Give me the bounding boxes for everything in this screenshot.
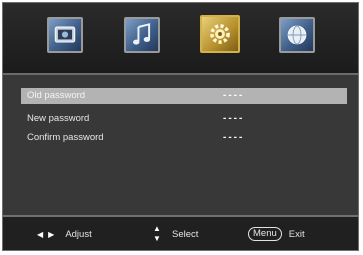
exit-hint: Menu Exit	[248, 217, 305, 250]
up-down-arrows-icon: ▲ ▼	[152, 224, 162, 244]
new-password-row[interactable]: New password ----	[21, 111, 347, 127]
select-hint: ▲ ▼ Select	[152, 217, 199, 250]
confirm-password-label: Confirm password	[27, 132, 104, 143]
down-arrow-icon: ▼	[153, 234, 161, 244]
adjust-label: Adjust	[65, 229, 92, 240]
old-password-field[interactable]: ----	[223, 88, 244, 104]
gear-icon	[210, 24, 230, 44]
new-password-label: New password	[27, 113, 90, 124]
up-arrow-icon: ▲	[153, 224, 161, 234]
exit-label: Exit	[288, 229, 305, 240]
confirm-password-field[interactable]: ----	[223, 130, 244, 146]
osd-window: Old password ---- New password ---- Conf…	[2, 2, 359, 251]
key-hint-bar: ◀ ▶ Adjust ▲ ▼ Select Menu Exit	[3, 215, 358, 250]
picture-icon	[54, 26, 76, 43]
old-password-row[interactable]: Old password ----	[21, 88, 347, 104]
password-panel: Old password ---- New password ---- Conf…	[3, 75, 358, 215]
adjust-hint: ◀ ▶ Adjust	[37, 217, 92, 250]
tab-sound[interactable]	[124, 17, 160, 53]
new-password-field[interactable]: ----	[223, 111, 244, 127]
menu-tab-bar	[3, 3, 358, 75]
left-arrow-icon: ◀	[37, 230, 44, 239]
tab-channel[interactable]	[279, 17, 315, 53]
tab-picture[interactable]	[47, 17, 83, 53]
right-arrow-icon: ▶	[48, 230, 55, 239]
select-label: Select	[172, 229, 199, 240]
music-note-icon	[133, 23, 151, 45]
menu-key-icon: Menu	[248, 227, 282, 242]
confirm-password-row[interactable]: Confirm password ----	[21, 130, 347, 146]
old-password-label: Old password	[27, 90, 86, 101]
globe-icon	[287, 25, 307, 45]
tab-setup[interactable]	[200, 15, 240, 53]
